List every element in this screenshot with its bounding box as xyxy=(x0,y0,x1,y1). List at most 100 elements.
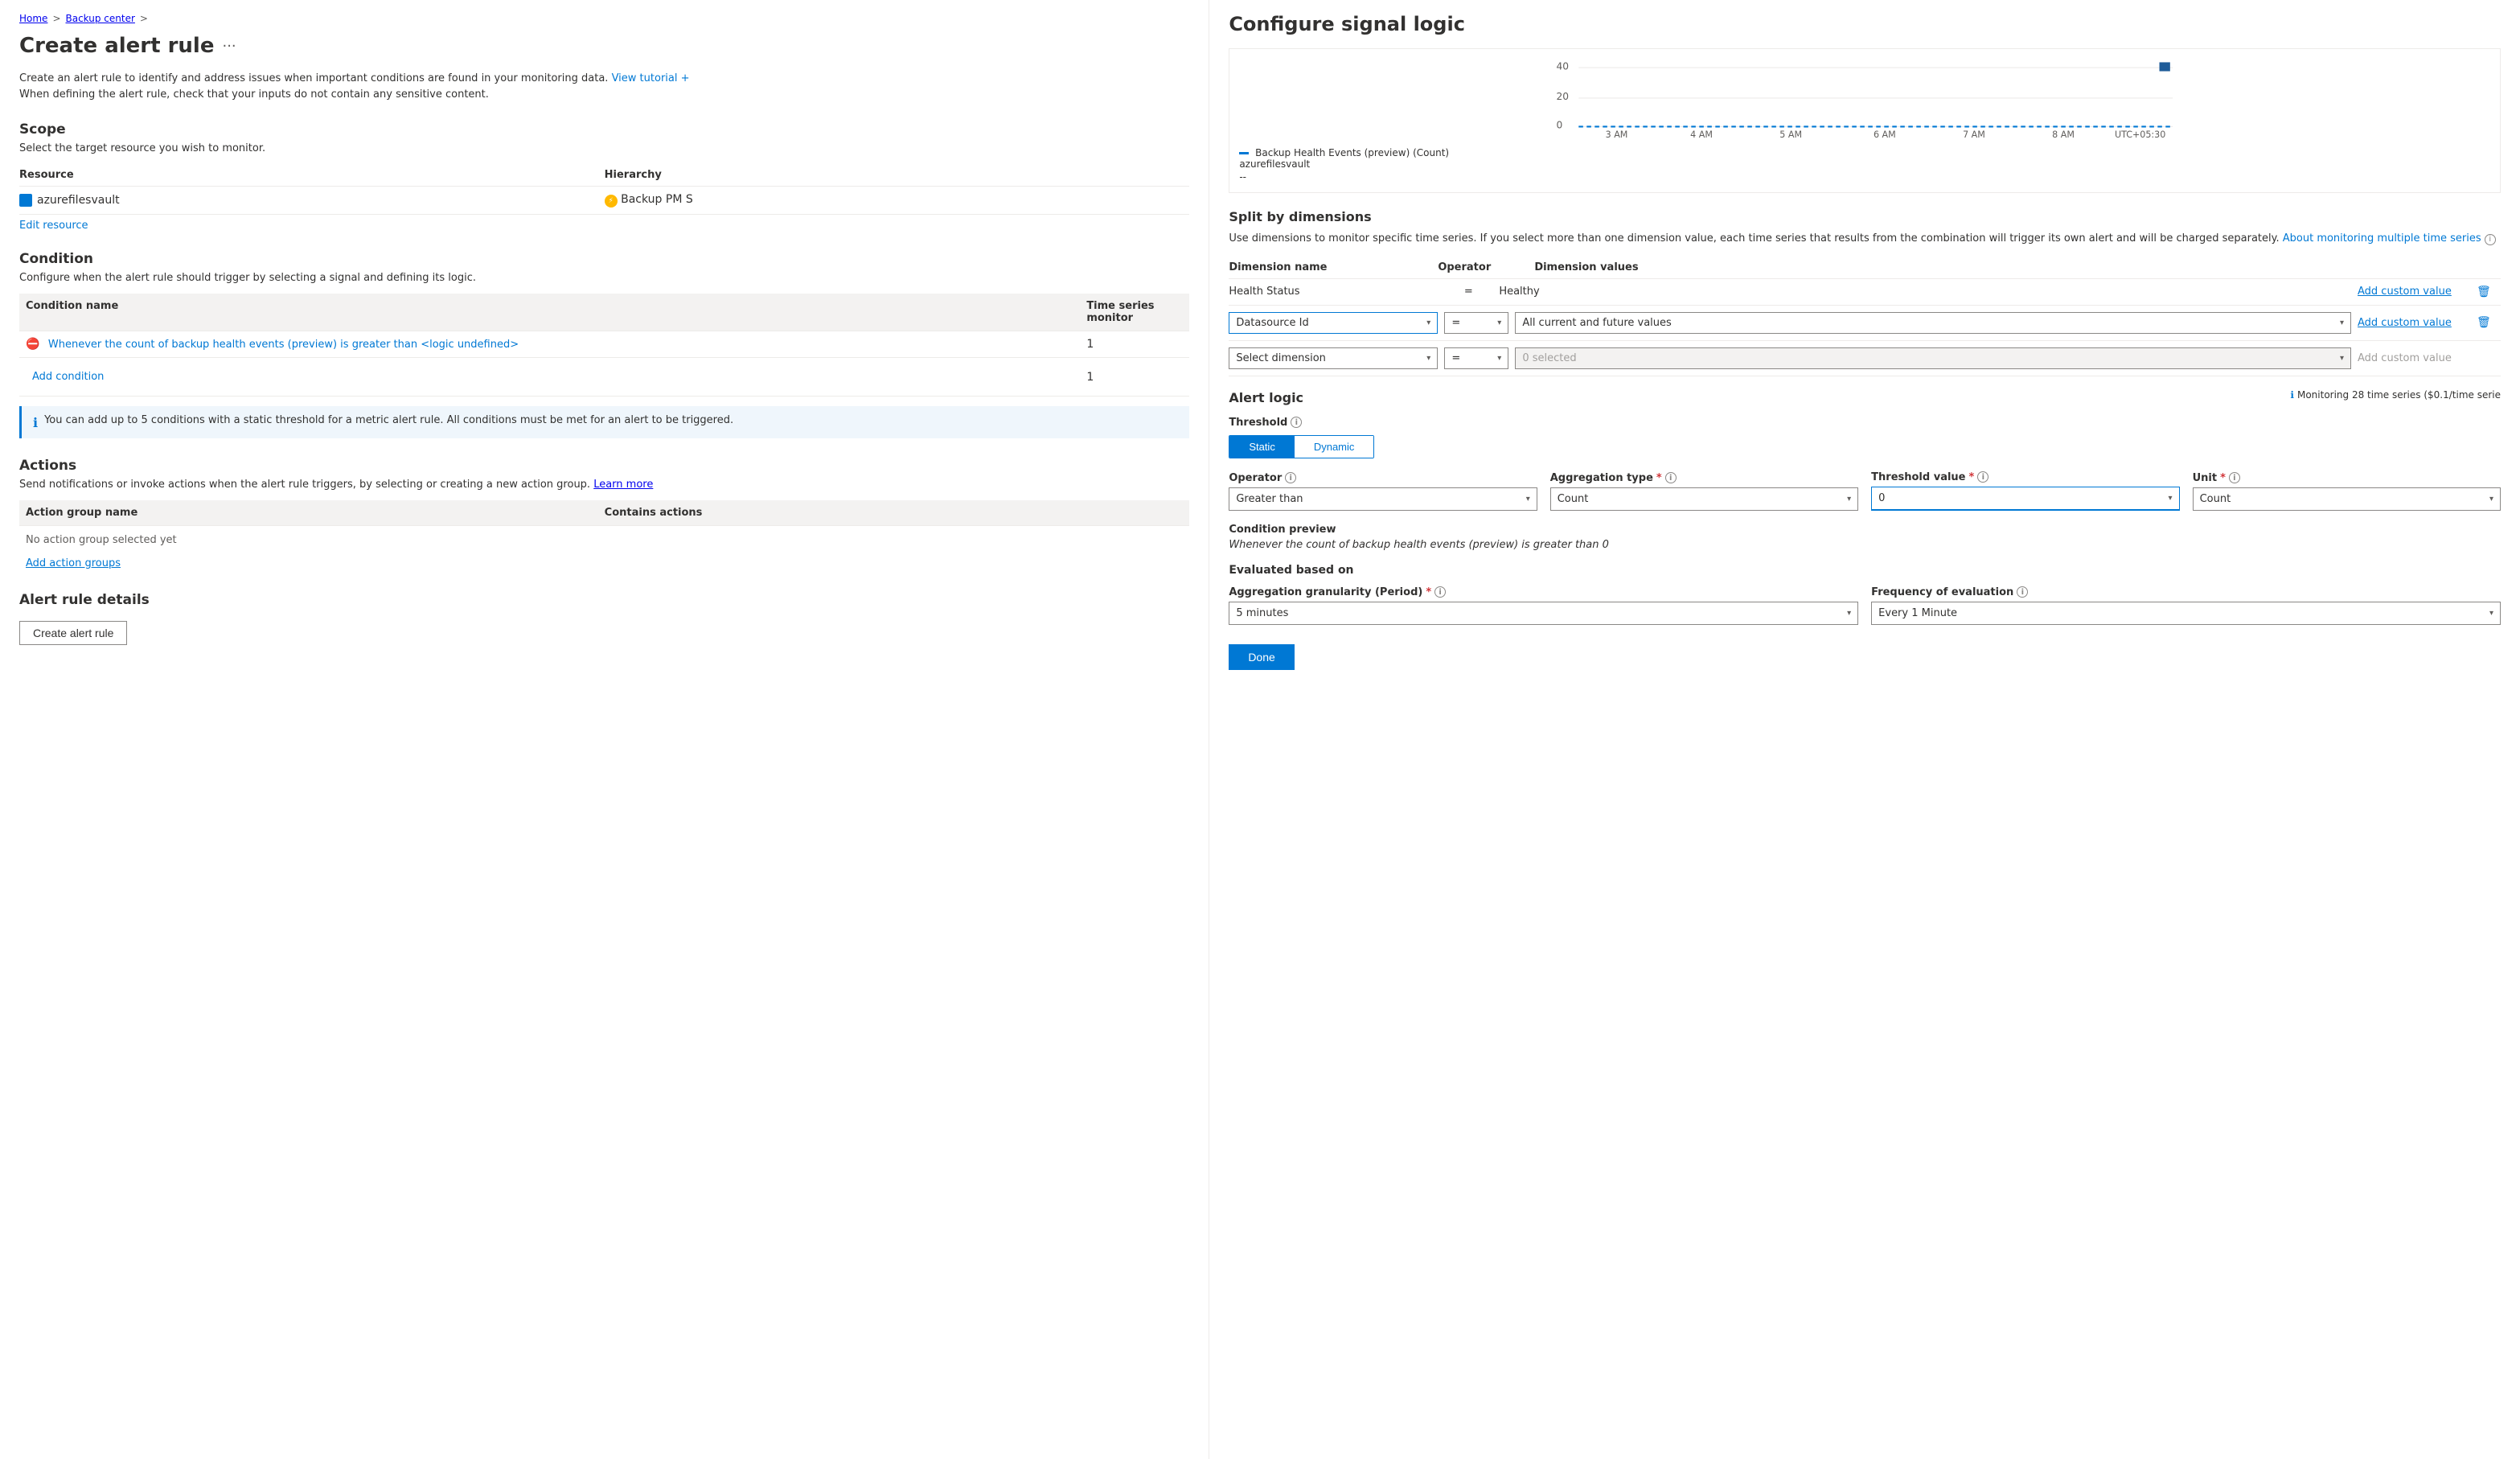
scope-header-resource: Resource xyxy=(19,169,605,181)
dim-table-header: Dimension name Operator Dimension values xyxy=(1229,257,2501,279)
unit-label: Unit * i xyxy=(2193,472,2501,484)
threshold-value-label: Threshold value * i xyxy=(1871,471,2179,483)
unit-select[interactable]: Count ▾ xyxy=(2193,487,2501,511)
condition-link[interactable]: Whenever the count of backup health even… xyxy=(48,339,519,351)
dynamic-toggle-btn[interactable]: Dynamic xyxy=(1295,436,1374,458)
create-alert-rule-button[interactable]: Create alert rule xyxy=(19,621,127,645)
view-tutorial-link[interactable]: View tutorial + xyxy=(612,72,690,84)
breadcrumb-backup-center[interactable]: Backup center xyxy=(66,13,135,24)
condition-row[interactable]: ⛔ Whenever the count of backup health ev… xyxy=(19,331,1189,358)
condition-header-monitor: Time series monitor xyxy=(1086,300,1183,324)
svg-text:5 AM: 5 AM xyxy=(1780,129,1803,139)
page-title-row: Create alert rule ··· xyxy=(19,34,1189,58)
legend-title: Backup Health Events (preview) (Count) xyxy=(1255,147,1449,158)
right-panel: Configure signal logic 40 20 0 3 AM 4 AM… xyxy=(1209,0,2520,1459)
more-options-icon[interactable]: ··· xyxy=(222,38,236,55)
threshold-label: Threshold i xyxy=(1229,417,2501,429)
no-action-text: No action group selected yet xyxy=(19,526,1189,554)
condition-preview-title: Condition preview xyxy=(1229,524,2501,536)
hierarchy-icon: ⚡ xyxy=(605,195,618,208)
select-dim-chevron: ▾ xyxy=(1426,354,1430,363)
info-icon: ℹ xyxy=(33,415,38,430)
add-action-groups-link[interactable]: Add action groups xyxy=(19,554,127,573)
health-status-name: Health Status xyxy=(1229,286,1438,298)
select-dim-op-chevron: ▾ xyxy=(1497,354,1501,363)
eval-row: Aggregation granularity (Period) * i 5 m… xyxy=(1229,586,2501,625)
operator-info-icon[interactable]: i xyxy=(1285,472,1296,483)
operator-select[interactable]: Greater than ▾ xyxy=(1229,487,1537,511)
svg-text:3 AM: 3 AM xyxy=(1606,129,1628,139)
condition-title: Condition xyxy=(19,251,1189,267)
legend-subtitle: azurefilesvault xyxy=(1239,158,1310,170)
freq-evaluation-group: Frequency of evaluation i Every 1 Minute… xyxy=(1871,586,2501,625)
svg-text:6 AM: 6 AM xyxy=(1874,129,1896,139)
breadcrumb-home[interactable]: Home xyxy=(19,13,47,24)
datasource-operator-select[interactable]: = ▾ xyxy=(1444,312,1508,334)
select-dimension-box[interactable]: Select dimension ▾ xyxy=(1229,347,1438,369)
done-button[interactable]: Done xyxy=(1229,644,1294,670)
scope-desc: Select the target resource you wish to m… xyxy=(19,142,1189,154)
about-monitoring-link[interactable]: About monitoring multiple time series xyxy=(2283,232,2481,245)
unit-info-icon[interactable]: i xyxy=(2229,472,2240,483)
dimension-table: Dimension name Operator Dimension values… xyxy=(1229,257,2501,376)
add-condition-link[interactable]: Add condition xyxy=(26,364,1086,389)
condition-desc: Configure when the alert rule should tri… xyxy=(19,272,1189,284)
create-btn-row: Create alert rule xyxy=(19,621,1189,645)
threshold-value-text: 0 xyxy=(1878,492,2161,504)
dim-header-name: Dimension name xyxy=(1229,261,1438,273)
split-title: Split by dimensions xyxy=(1229,209,2501,224)
select-dim-value[interactable]: 0 selected ▾ xyxy=(1515,347,2351,369)
breadcrumb-sep1: > xyxy=(52,13,60,24)
alert-details-title: Alert rule details xyxy=(19,592,1189,608)
agg-info-icon[interactable]: i xyxy=(1665,472,1677,483)
datasource-chevron: ▾ xyxy=(1426,319,1430,327)
condition-name: ⛔ Whenever the count of backup health ev… xyxy=(26,338,1086,351)
datasource-value-chevron: ▾ xyxy=(2340,319,2344,327)
agg-select-chevron: ▾ xyxy=(1847,495,1851,503)
add-condition-row[interactable]: Add condition 1 xyxy=(19,358,1189,397)
monitoring-info-icon: ℹ xyxy=(2290,389,2294,401)
threshold-value-input[interactable]: 0 ▾ xyxy=(1871,487,2179,511)
datasource-dim-select[interactable]: Datasource Id ▾ xyxy=(1229,312,1438,334)
threshold-value-group: Threshold value * i 0 ▾ xyxy=(1871,471,2179,511)
datasource-value-select[interactable]: All current and future values ▾ xyxy=(1515,312,2351,334)
datasource-delete-icon[interactable]: 🗑 xyxy=(2477,316,2501,329)
select-dim-operator[interactable]: = ▾ xyxy=(1444,347,1508,369)
learn-more-link[interactable]: Learn more xyxy=(593,479,653,491)
operator-chevron: ▾ xyxy=(1497,319,1501,327)
dim-row-health-status: Health Status = Healthy Add custom value… xyxy=(1229,279,2501,306)
freq-evaluation-select[interactable]: Every 1 Minute ▾ xyxy=(1871,602,2501,625)
chart-legend: Backup Health Events (preview) (Count) a… xyxy=(1239,147,2490,170)
scope-title: Scope xyxy=(19,121,1189,138)
svg-text:20: 20 xyxy=(1557,91,1570,102)
threshold-info-icon[interactable]: i xyxy=(1291,417,1302,428)
select-dim-add-custom: Add custom value xyxy=(2358,352,2470,364)
actions-desc: Send notifications or invoke actions whe… xyxy=(19,479,1189,491)
agg-granularity-select[interactable]: 5 minutes ▾ xyxy=(1229,602,1858,625)
condition-preview-text: Whenever the count of backup health even… xyxy=(1229,539,2501,551)
resource-hierarchy: ⚡ Backup PM S xyxy=(605,193,1190,208)
threshold-toggle-group: Static Dynamic xyxy=(1229,435,1374,458)
health-delete-icon[interactable]: 🗑 xyxy=(2477,286,2501,298)
thresh-info-icon[interactable]: i xyxy=(1977,471,1989,483)
resource-name: azurefilesvault xyxy=(19,194,605,207)
svg-text:7 AM: 7 AM xyxy=(1963,129,1985,139)
svg-text:0: 0 xyxy=(1557,120,1563,131)
health-status-value: Healthy xyxy=(1499,286,2351,298)
agg-required: * xyxy=(1656,472,1662,484)
right-panel-title: Configure signal logic xyxy=(1229,13,2501,35)
agg-gran-info-icon[interactable]: i xyxy=(1434,586,1446,598)
edit-resource-link[interactable]: Edit resource xyxy=(19,220,88,232)
condition-section: Condition Configure when the alert rule … xyxy=(19,251,1189,438)
alert-details-section: Alert rule details xyxy=(19,592,1189,608)
evaluated-title: Evaluated based on xyxy=(1229,564,2501,577)
thresh-required: * xyxy=(1969,471,1975,483)
freq-info-icon[interactable]: i xyxy=(2017,586,2028,598)
action-table-header: Action group name Contains actions xyxy=(19,500,1189,526)
health-add-custom-link[interactable]: Add custom value xyxy=(2358,286,2470,298)
alert-logic-title: Alert logic xyxy=(1229,390,1303,405)
static-toggle-btn[interactable]: Static xyxy=(1229,436,1295,458)
aggregation-type-select[interactable]: Count ▾ xyxy=(1550,487,1858,511)
datasource-add-custom-link[interactable]: Add custom value xyxy=(2358,317,2470,329)
scope-row: azurefilesvault ⚡ Backup PM S xyxy=(19,187,1189,215)
